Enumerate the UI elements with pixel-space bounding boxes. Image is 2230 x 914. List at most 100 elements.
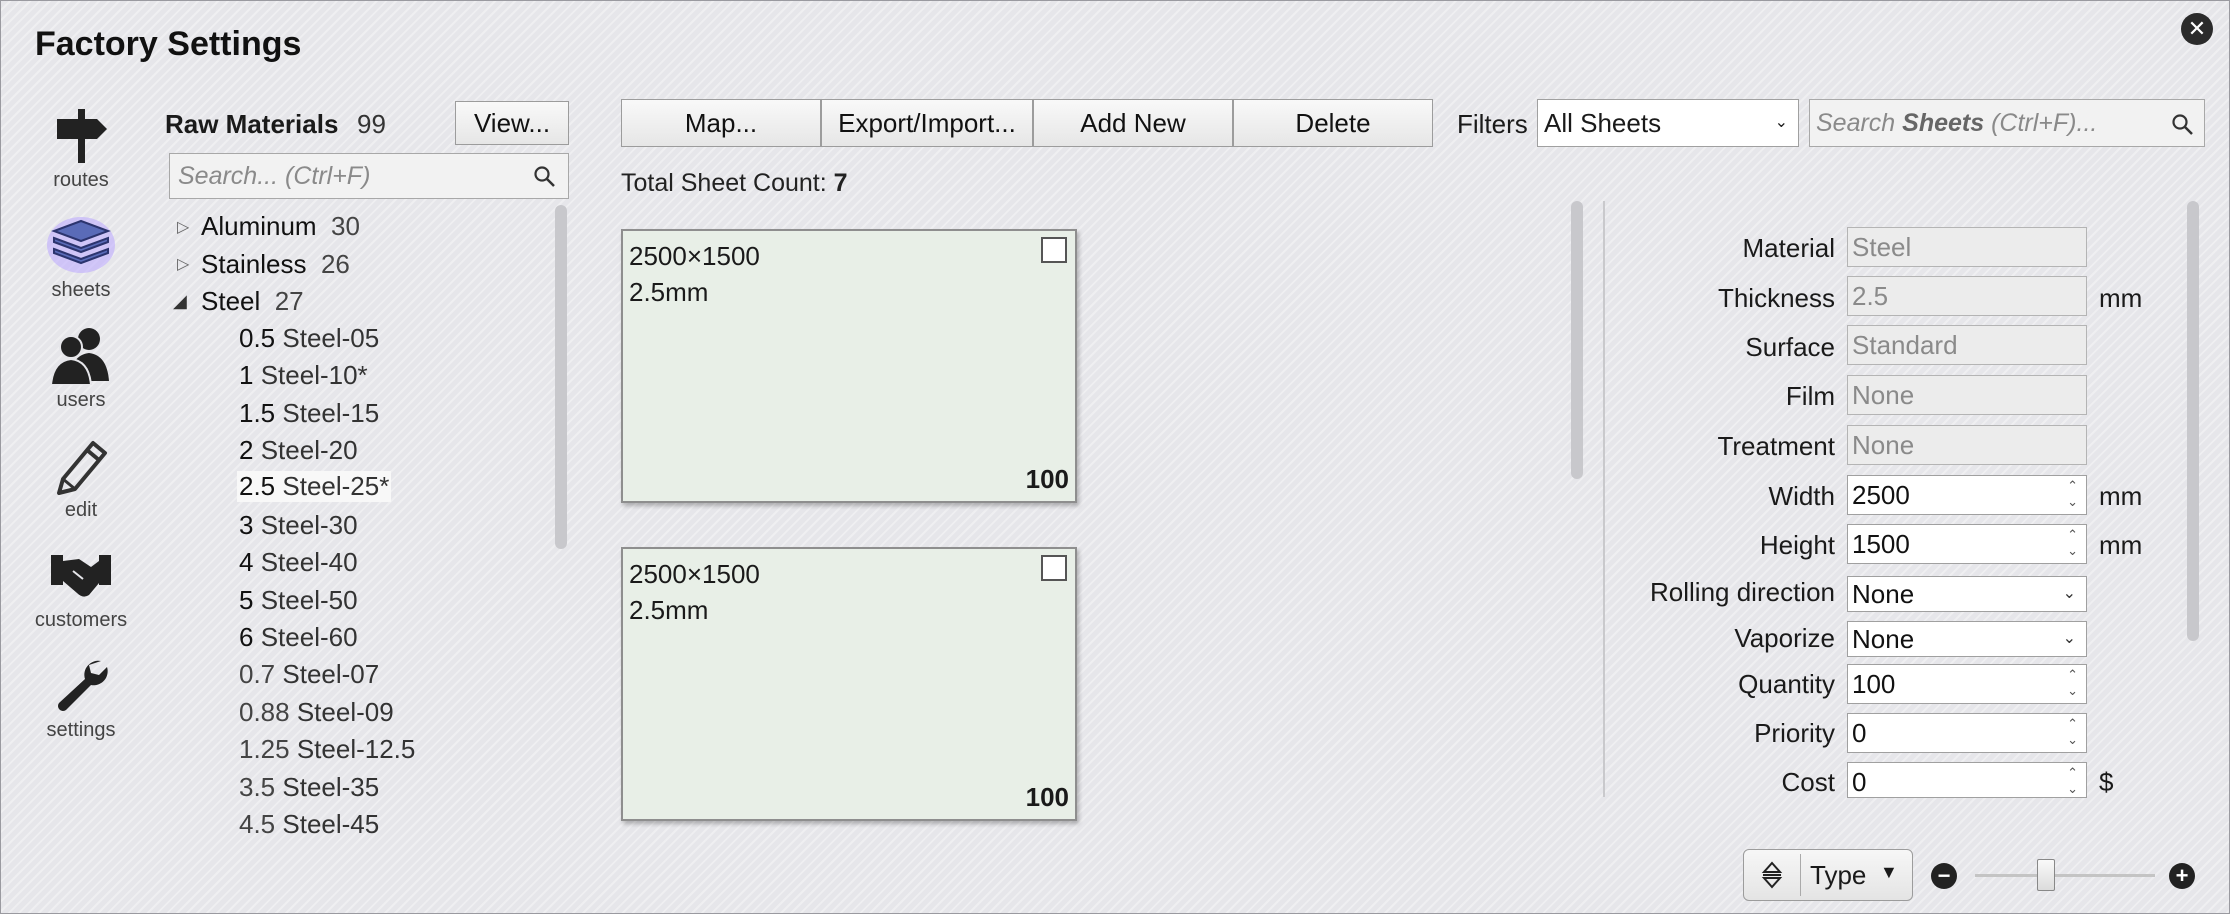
thickness-field: 2.5 xyxy=(1847,276,2087,316)
collapse-icon[interactable]: ◢ xyxy=(173,291,187,312)
nav-users[interactable]: users xyxy=(21,319,141,412)
sheet-size: 2500×1500 xyxy=(629,559,760,589)
spinner-icon[interactable]: ⌃ ⌄ xyxy=(2067,667,2078,699)
sort-control[interactable]: Type ▼ xyxy=(1743,849,1913,901)
tree-group-aluminum[interactable]: Aluminum 30 xyxy=(201,211,360,242)
quantity-value: 100 xyxy=(1852,669,1896,699)
quantity-label: Quantity xyxy=(1738,669,1835,699)
surface-label: Surface xyxy=(1745,332,1835,362)
zoom-slider-track[interactable] xyxy=(1975,874,2155,877)
map-button[interactable]: Map... xyxy=(621,99,821,147)
list-item[interactable]: 2 Steel-20 xyxy=(239,435,358,466)
thickness-label: Thickness xyxy=(1717,283,1835,313)
sheets-search-input[interactable]: Search Sheets (Ctrl+F)... xyxy=(1809,99,2205,147)
total-sheet-count: Total Sheet Count: 7 xyxy=(621,169,848,197)
spinner-icon[interactable]: ⌃ ⌄ xyxy=(2067,765,2078,797)
chevron-down-icon: ⌄ xyxy=(1774,114,1788,131)
sheet-quantity: 100 xyxy=(1025,782,1069,812)
list-item-selected[interactable]: 2.5 Steel-25* xyxy=(237,471,392,502)
search-icon xyxy=(2170,100,2194,151)
list-item[interactable]: 1.5 Steel-15 xyxy=(239,398,379,429)
raw-materials-title: Raw Materials xyxy=(165,109,339,139)
materials-search-input[interactable]: Search... (Ctrl+F) xyxy=(169,153,569,199)
sheet-thickness: 2.5mm xyxy=(629,595,709,625)
view-button[interactable]: View... xyxy=(455,101,569,145)
priority-stepper[interactable]: 0 ⌃ ⌄ xyxy=(1847,713,2087,753)
filters-label: Filters xyxy=(1457,109,1528,139)
nav-routes[interactable]: routes xyxy=(21,99,141,192)
nav-label: customers xyxy=(34,609,128,631)
filter-select[interactable]: All Sheets ⌄ xyxy=(1537,99,1799,147)
zoom-in-icon[interactable]: + xyxy=(2169,863,2195,889)
spinner-icon[interactable]: ⌃ ⌄ xyxy=(2067,527,2078,559)
raw-materials-count: 99 xyxy=(357,109,386,139)
sheet-card[interactable]: 2500×1500 2.5mm 100 xyxy=(621,229,1077,503)
wrench-icon xyxy=(21,649,141,715)
list-item[interactable]: 3.5 Steel-35 xyxy=(239,772,379,803)
sheet-checkbox[interactable] xyxy=(1041,555,1067,581)
width-stepper[interactable]: 2500 ⌃ ⌄ xyxy=(1847,475,2087,515)
priority-value: 0 xyxy=(1852,718,1867,748)
materials-scrollbar[interactable] xyxy=(555,205,567,549)
properties-scrollbar[interactable] xyxy=(2187,201,2199,641)
sheet-quantity: 100 xyxy=(1025,464,1069,494)
sheet-size: 2500×1500 xyxy=(629,241,760,271)
close-icon[interactable]: ✕ xyxy=(2181,13,2213,45)
nav-customers[interactable]: customers xyxy=(21,539,141,632)
nav-label: settings xyxy=(46,719,116,741)
search-placeholder-bold: Sheets xyxy=(1902,109,1985,137)
list-item[interactable]: 1.25 Steel-12.5 xyxy=(239,734,415,765)
list-item[interactable]: 5 Steel-50 xyxy=(239,585,358,616)
expand-icon[interactable]: ▷ xyxy=(177,217,189,237)
zoom-slider-thumb[interactable] xyxy=(2037,859,2055,891)
thickness-unit: mm xyxy=(2099,283,2143,313)
treatment-field: None xyxy=(1847,425,2087,465)
sheet-card[interactable]: 2500×1500 2.5mm 100 xyxy=(621,547,1077,821)
vaporize-select[interactable]: None ⌄ xyxy=(1847,621,2087,657)
film-label: Film xyxy=(1785,381,1835,411)
width-value: 2500 xyxy=(1852,480,1910,510)
sheets-stack-icon xyxy=(21,209,141,275)
sort-order-icon[interactable] xyxy=(1758,860,1786,895)
cost-value: 0 xyxy=(1852,767,1867,797)
chevron-down-icon: ⌄ xyxy=(2062,630,2076,647)
spinner-icon[interactable]: ⌃ ⌄ xyxy=(2067,478,2078,510)
film-field: None xyxy=(1847,375,2087,415)
cost-unit: $ xyxy=(2099,767,2114,797)
rolling-direction-value: None xyxy=(1852,579,1915,609)
expand-icon[interactable]: ▷ xyxy=(177,254,189,274)
spinner-icon[interactable]: ⌃ ⌄ xyxy=(2067,716,2078,748)
vaporize-label: Vaporize xyxy=(1734,623,1835,653)
treatment-label: Treatment xyxy=(1717,431,1835,461)
height-unit: mm xyxy=(2099,530,2143,560)
list-item[interactable]: 6 Steel-60 xyxy=(239,622,358,653)
nav-sheets[interactable]: sheets xyxy=(21,209,141,302)
list-item[interactable]: 0.88 Steel-09 xyxy=(239,697,394,728)
nav-edit[interactable]: edit xyxy=(21,429,141,522)
sheet-checkbox[interactable] xyxy=(1041,237,1067,263)
list-item[interactable]: 3 Steel-30 xyxy=(239,510,358,541)
nav-settings[interactable]: settings xyxy=(21,649,141,742)
delete-button[interactable]: Delete xyxy=(1233,99,1433,147)
sort-type-label[interactable]: Type xyxy=(1810,860,1866,891)
list-item[interactable]: 0.5 Steel-05 xyxy=(239,323,379,354)
material-field: Steel xyxy=(1847,227,2087,267)
rolling-direction-select[interactable]: None ⌄ xyxy=(1847,576,2087,612)
nav-label: routes xyxy=(53,169,109,191)
cost-stepper[interactable]: 0 ⌃ ⌄ xyxy=(1847,762,2087,798)
list-item[interactable]: 1 Steel-10* xyxy=(239,360,368,391)
tree-group-stainless[interactable]: Stainless 26 xyxy=(201,249,350,280)
search-icon xyxy=(532,154,556,202)
chevron-down-icon: ⌄ xyxy=(2062,585,2076,602)
list-item[interactable]: 4.5 Steel-45 xyxy=(239,809,379,840)
sort-separator xyxy=(1800,854,1801,896)
zoom-out-icon[interactable]: − xyxy=(1931,863,1957,889)
list-item[interactable]: 0.7 Steel-07 xyxy=(239,659,379,690)
height-stepper[interactable]: 1500 ⌃ ⌄ xyxy=(1847,524,2087,564)
material-label: Material xyxy=(1742,233,1835,263)
tree-group-steel[interactable]: Steel 27 xyxy=(201,286,304,317)
list-item[interactable]: 4 Steel-40 xyxy=(239,547,358,578)
quantity-stepper[interactable]: 100 ⌃ ⌄ xyxy=(1847,664,2087,704)
add-new-button[interactable]: Add New xyxy=(1033,99,1233,147)
export-import-button[interactable]: Export/Import... xyxy=(821,99,1033,147)
